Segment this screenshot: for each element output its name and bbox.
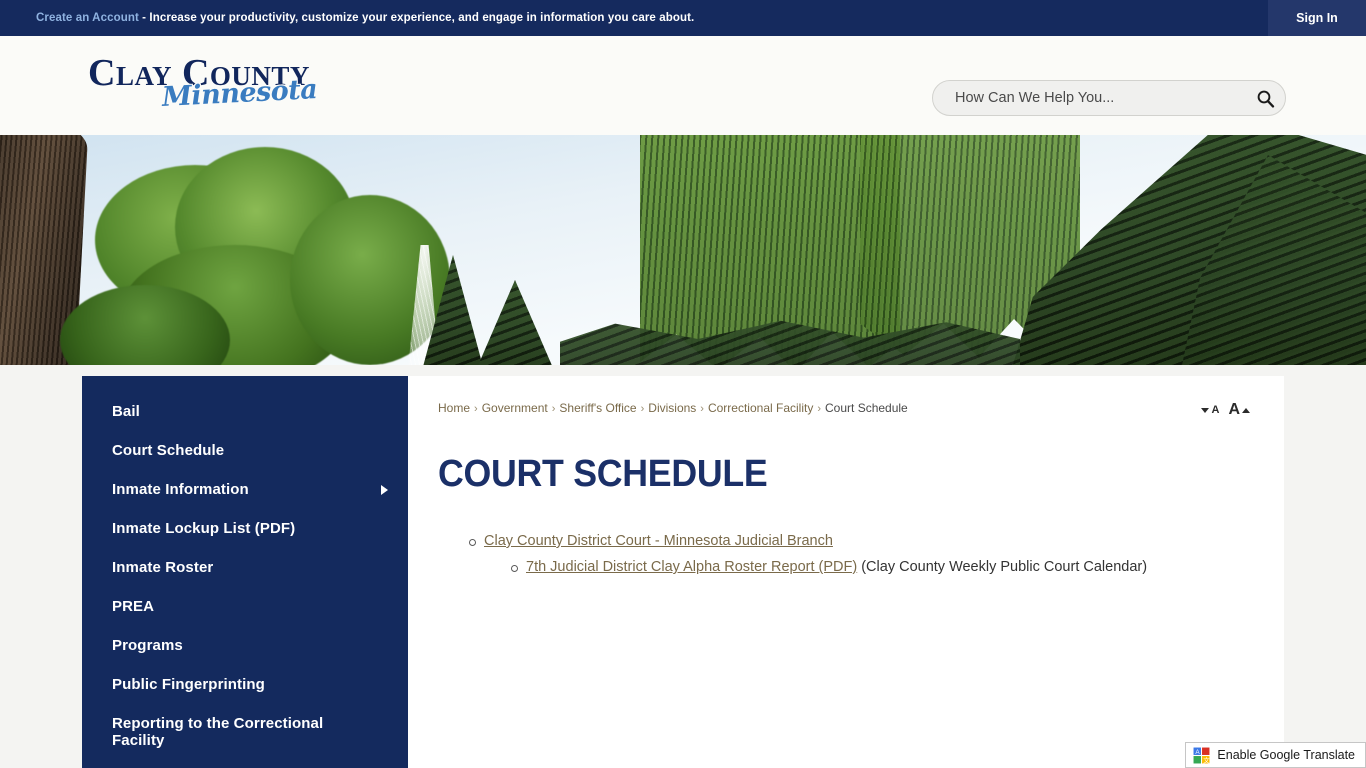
content-top-row: Home › Government › Sheriff's Office › Divisio… bbox=[438, 400, 1250, 419]
sidebar-item-label: Court Schedule bbox=[112, 442, 225, 459]
alpha-roster-report-note: (Clay County Weekly Public Court Calenda… bbox=[857, 559, 1148, 575]
sidebar-item-prea[interactable]: PREA bbox=[82, 587, 408, 626]
enable-google-translate-button[interactable]: A 文 Enable Google Translate bbox=[1185, 742, 1366, 768]
breadcrumb-separator: › bbox=[700, 403, 704, 415]
sidebar-item-label: Programs bbox=[112, 637, 183, 654]
sidebar-item-label: Inmate Information bbox=[112, 481, 249, 498]
sidebar-item-bail[interactable]: Bail bbox=[82, 392, 408, 431]
alpha-roster-report-pdf-link[interactable]: 7th Judicial District Clay Alpha Roster … bbox=[526, 559, 857, 575]
breadcrumb-item-sheriffs-office[interactable]: Sheriff's Office bbox=[559, 401, 636, 415]
decrease-font-size-button[interactable]: A bbox=[1201, 404, 1219, 416]
page-title: COURT SCHEDULE bbox=[438, 453, 768, 495]
list-item: 7th Judicial District Clay Alpha Roster … bbox=[484, 555, 1250, 580]
search-icon[interactable] bbox=[1245, 81, 1285, 115]
svg-text:A: A bbox=[1196, 749, 1201, 756]
logo-subtitle: Minnesota bbox=[161, 73, 318, 114]
breadcrumb-separator: › bbox=[551, 403, 556, 415]
account-promo-text: Create an Account - Increase your produc… bbox=[36, 12, 694, 24]
sidebar-item-inmate-roster[interactable]: Inmate Roster bbox=[82, 548, 408, 587]
banner-image bbox=[0, 135, 1366, 365]
breadcrumb-separator: › bbox=[817, 403, 822, 415]
breadcrumb-item-correctional-facility[interactable]: Correctional Facility bbox=[708, 401, 813, 415]
increase-font-size-button[interactable]: A bbox=[1228, 401, 1250, 419]
chevron-right-icon bbox=[381, 484, 388, 495]
breadcrumb-item-government[interactable]: Government bbox=[482, 401, 548, 415]
site-logo[interactable]: Clay County Minnesota bbox=[88, 52, 388, 126]
top-utility-bar: Create an Account - Increase your produc… bbox=[0, 0, 1366, 36]
breadcrumb-item-divisions[interactable]: Divisions bbox=[648, 401, 696, 415]
sidebar-item-inmate-lockup-list[interactable]: Inmate Lockup List (PDF) bbox=[82, 509, 408, 548]
search-input[interactable] bbox=[933, 90, 1245, 106]
sidebar-item-label: PREA bbox=[112, 598, 155, 615]
sidebar-item-programs[interactable]: Programs bbox=[82, 626, 408, 665]
clay-county-district-court-link[interactable]: Clay County District Court - Minnesota J… bbox=[484, 533, 833, 549]
sidebar-item-label: Inmate Lockup List (PDF) bbox=[112, 520, 296, 537]
court-schedule-link-list: Clay County District Court - Minnesota J… bbox=[438, 529, 1250, 580]
sidebar-item-label: Reporting to the Correctional Facility bbox=[112, 715, 324, 749]
font-size-controls: A A bbox=[1201, 400, 1250, 419]
sidebar-item-label: Inmate Roster bbox=[112, 559, 214, 576]
breadcrumb-item-current: Court Schedule bbox=[825, 401, 908, 415]
sidebar-item-court-schedule[interactable]: Court Schedule bbox=[82, 431, 408, 470]
sidebar-item-reporting-to-correctional-facility[interactable]: Reporting to the Correctional Facility bbox=[82, 704, 408, 760]
court-schedule-sub-list: 7th Judicial District Clay Alpha Roster … bbox=[484, 555, 1250, 580]
create-account-link[interactable]: Create an Account bbox=[36, 12, 139, 24]
increase-font-size-label: A bbox=[1228, 401, 1240, 418]
sidebar-item-label: Bail bbox=[112, 403, 140, 420]
sidebar-item-inmate-information[interactable]: Inmate Information bbox=[82, 470, 408, 509]
breadcrumb-separator: › bbox=[640, 403, 645, 415]
section-sidebar-navigation: Bail Court Schedule Inmate Information I… bbox=[82, 376, 408, 768]
list-item: Clay County District Court - Minnesota J… bbox=[438, 529, 1250, 580]
breadcrumb: Home › Government › Sheriff's Office › Divisio… bbox=[438, 400, 908, 417]
page-body: Bail Court Schedule Inmate Information I… bbox=[0, 365, 1366, 768]
sidebar-item-public-fingerprinting[interactable]: Public Fingerprinting bbox=[82, 665, 408, 704]
site-header: Clay County Minnesota About Us Governmen… bbox=[0, 36, 1366, 157]
sidebar-item-label: Public Fingerprinting bbox=[112, 676, 265, 693]
sign-in-button[interactable]: Sign In bbox=[1268, 0, 1366, 36]
svg-text:文: 文 bbox=[1204, 755, 1211, 764]
triangle-down-icon bbox=[1201, 407, 1210, 413]
triangle-up-icon bbox=[1242, 407, 1250, 413]
account-promo-message: - Increase your productivity, customize … bbox=[138, 12, 695, 24]
site-search[interactable] bbox=[932, 80, 1286, 116]
decrease-font-size-label: A bbox=[1211, 404, 1220, 416]
breadcrumb-item-home[interactable]: Home bbox=[438, 401, 470, 415]
google-translate-icon: A 文 bbox=[1193, 747, 1210, 764]
google-translate-label: Enable Google Translate bbox=[1217, 748, 1355, 762]
main-content-panel: Home › Government › Sheriff's Office › Divisio… bbox=[408, 376, 1284, 768]
breadcrumb-separator: › bbox=[474, 403, 478, 415]
